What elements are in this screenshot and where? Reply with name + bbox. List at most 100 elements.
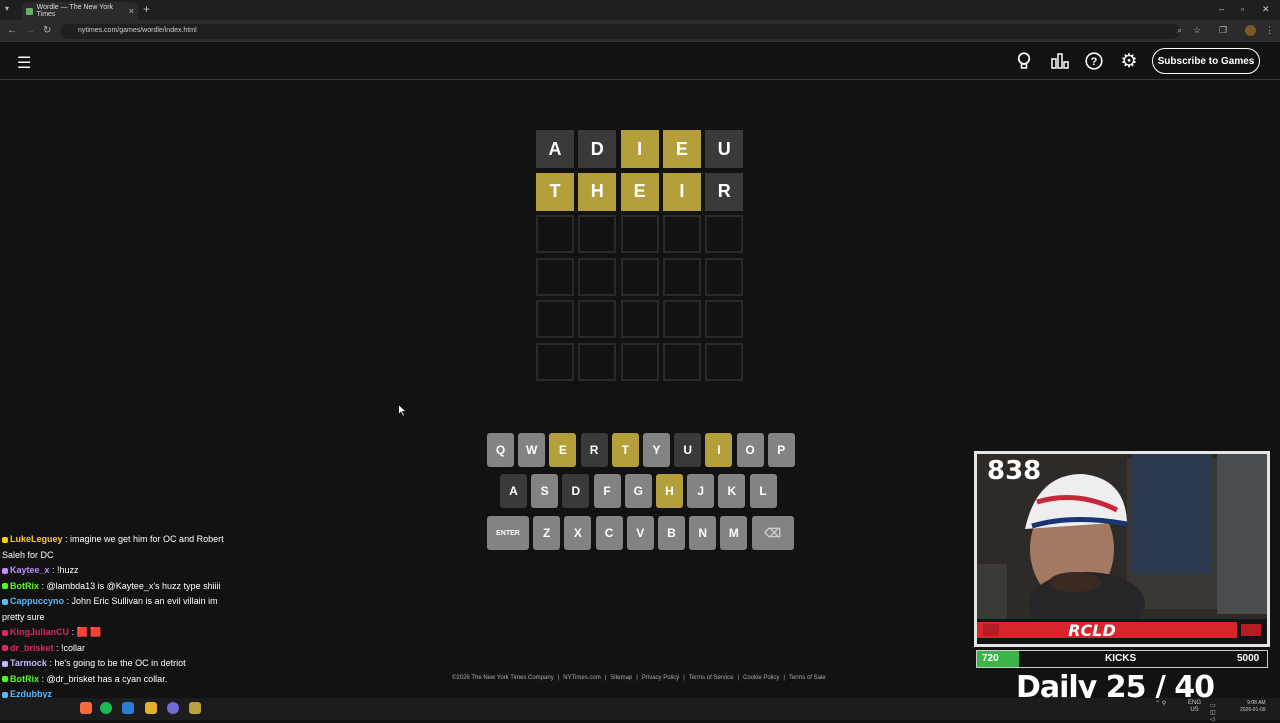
key-p[interactable]: P (767, 433, 795, 467)
help-question-icon[interactable]: ? (1084, 51, 1104, 71)
enter-key[interactable]: ENTER (487, 516, 529, 550)
footer-link[interactable]: NYTimes.com (563, 675, 600, 681)
key-v[interactable]: V (626, 516, 654, 550)
key-r[interactable]: R (580, 433, 608, 467)
tray-time: 9:08 AM (1247, 700, 1266, 706)
chat-username[interactable]: Cappuccyno (10, 596, 64, 606)
key-q[interactable]: Q (487, 433, 514, 467)
taskbar-app-icon[interactable] (80, 702, 92, 714)
backspace-key[interactable]: ⌫ (751, 516, 794, 550)
key-e[interactable]: E (549, 433, 577, 467)
hamburger-menu-icon[interactable]: ☰ (17, 53, 31, 73)
footer-link[interactable]: Terms of Service (689, 675, 734, 681)
tab-close-icon[interactable]: × (129, 6, 134, 16)
discord-icon[interactable] (167, 702, 179, 714)
key-z[interactable]: Z (533, 516, 561, 550)
footer-link[interactable]: Sitemap (610, 675, 632, 681)
tab-list-chevron-icon[interactable]: ▾ (5, 4, 9, 13)
board-tile: I (620, 130, 659, 168)
board-tile (578, 300, 617, 338)
tab-title: Wordle — The New York Times (36, 4, 114, 18)
key-j[interactable]: J (687, 474, 715, 508)
folder-icon[interactable] (145, 702, 157, 714)
board-tile: A (536, 130, 574, 168)
footer-link[interactable]: Terms of Sale (789, 675, 826, 681)
statistics-chart-icon[interactable] (1050, 51, 1070, 71)
bookmark-star-icon[interactable]: ☆ (1193, 25, 1201, 36)
chat-message: dr_brisket : !collar (0, 641, 242, 657)
browser-app-icon[interactable] (122, 702, 134, 714)
key-i[interactable]: I (705, 433, 733, 467)
key-d[interactable]: D (562, 474, 590, 508)
back-arrow-icon[interactable]: ← (7, 25, 17, 36)
key-l[interactable]: L (749, 474, 777, 508)
chat-username[interactable]: LukeLeguey (10, 534, 63, 544)
mouse-cursor-icon (398, 404, 407, 417)
key-g[interactable]: G (624, 474, 652, 508)
key-b[interactable]: B (658, 516, 685, 550)
board-tile (578, 257, 617, 296)
tray-chevron-icon[interactable]: ⌃ ⚲ (1155, 701, 1166, 707)
board-tile: T (536, 172, 574, 211)
profile-avatar-icon[interactable] (1245, 25, 1256, 36)
key-a[interactable]: A (500, 474, 527, 508)
url-input[interactable]: nytimes.com/games/wordle/index.html (60, 24, 1180, 39)
browser-tab[interactable]: Wordle — The New York Times × (22, 2, 138, 20)
wordle-favicon-icon (26, 7, 33, 15)
chat-username[interactable]: BotRix (10, 674, 39, 684)
minimize-icon[interactable]: – (1219, 4, 1224, 14)
key-k[interactable]: K (718, 474, 746, 508)
extensions-icon[interactable]: ❐ (1219, 25, 1227, 36)
spotify-icon[interactable] (100, 702, 112, 714)
forward-arrow-icon[interactable]: → (25, 25, 35, 36)
kicks-goal: 5000 (1237, 653, 1260, 664)
hint-lightbulb-icon[interactable] (1014, 51, 1034, 71)
key-o[interactable]: O (736, 433, 764, 467)
tray-clock[interactable]: 9:08 AM 2026-01-09 (1240, 700, 1266, 714)
key-x[interactable]: X (564, 516, 592, 550)
chat-message: LukeLeguey : imagine we get him for OC a… (0, 532, 242, 563)
settings-gear-icon[interactable]: ⚙ (1119, 51, 1139, 72)
key-w[interactable]: W (518, 433, 546, 467)
chat-username[interactable]: KingJulianCU (10, 627, 69, 637)
key-t[interactable]: T (611, 433, 639, 467)
footer-separator: | (604, 675, 607, 681)
key-f[interactable]: F (593, 474, 621, 508)
board-tile (536, 257, 574, 296)
taskbar-v-icon[interactable] (189, 702, 201, 714)
chat-badge-icon (2, 645, 8, 652)
footer-link[interactable]: Privacy Policy (642, 675, 679, 681)
chat-username[interactable]: BotRix (10, 581, 39, 591)
key-u[interactable]: U (674, 433, 702, 467)
reload-icon[interactable]: ↻ (43, 25, 51, 36)
key-s[interactable]: S (531, 474, 559, 508)
board-tile (578, 215, 617, 253)
key-c[interactable]: C (595, 516, 623, 550)
key-n[interactable]: N (689, 516, 717, 550)
footer-link[interactable]: Cookie Policy (743, 675, 779, 681)
maximize-icon[interactable]: ▫ (1241, 4, 1244, 14)
key-m[interactable]: M (720, 516, 748, 550)
url-text: nytimes.com/games/wordle/index.html (78, 27, 197, 34)
chat-username[interactable]: Kaytee_x (10, 565, 50, 575)
chat-username[interactable]: Tarmock (10, 658, 47, 668)
chat-username[interactable]: dr_brisket (10, 643, 54, 653)
board-tile (536, 342, 574, 381)
chat-text: : he's going to be the OC in detriot (46, 658, 186, 668)
chat-message: Cappuccyno : John Eric Sullivan is an ev… (0, 594, 242, 625)
board-tile (536, 215, 574, 253)
window-close-icon[interactable]: ✕ (1262, 4, 1270, 15)
board-tile: E (662, 130, 701, 168)
system-tray[interactable]: ⌃ ⚲ ENG US ▭ ◫ ◁ (1155, 700, 1216, 723)
new-tab-plus-icon[interactable]: + (143, 2, 150, 16)
browser-menu-icon[interactable]: ⋮ (1265, 25, 1274, 36)
board-tile: E (620, 172, 659, 211)
key-h[interactable]: H (656, 474, 683, 508)
subscribe-button[interactable]: Subscribe to Games (1152, 48, 1260, 74)
board-tile (662, 300, 701, 338)
zoom-icon[interactable]: ⌕ (1177, 25, 1182, 36)
board-tile (620, 342, 659, 381)
tray-lang[interactable]: ENG (1188, 700, 1201, 706)
key-y[interactable]: Y (643, 433, 670, 467)
footer-separator: | (737, 675, 740, 681)
